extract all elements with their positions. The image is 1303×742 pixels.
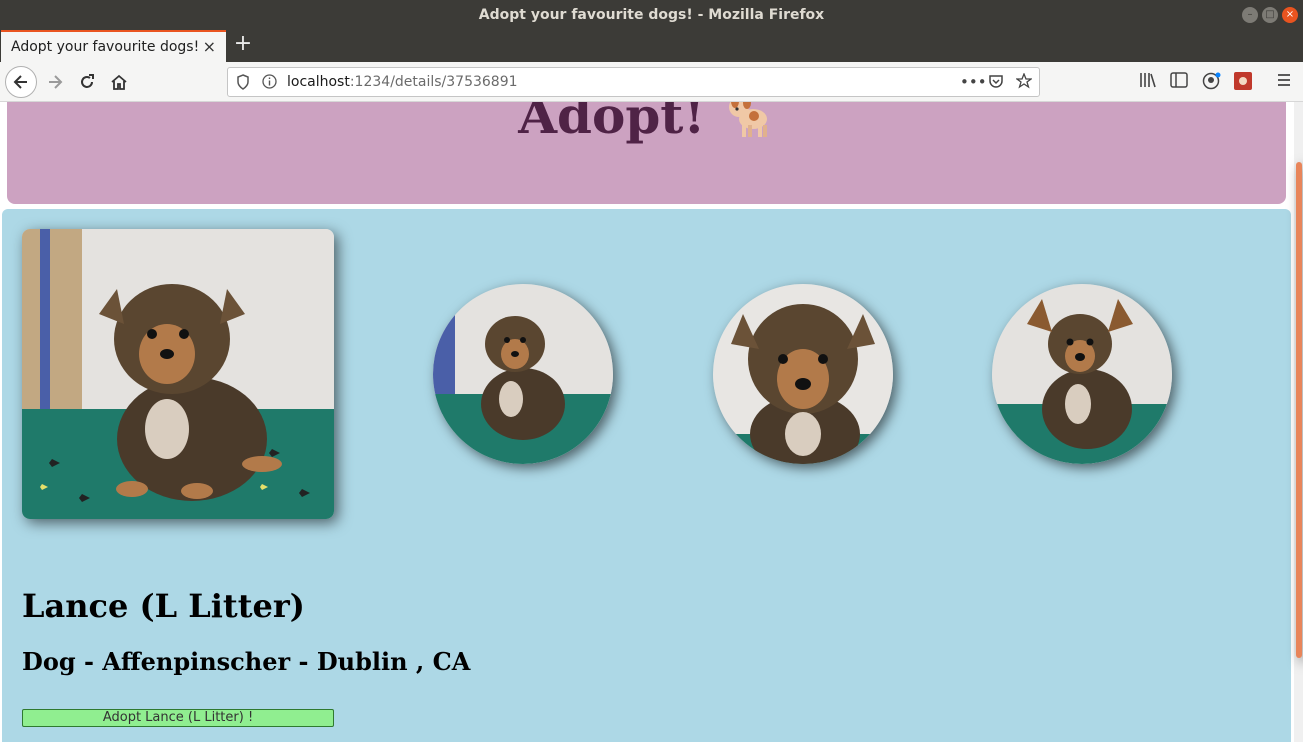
sidebar-icon[interactable] xyxy=(1170,72,1188,92)
home-button[interactable] xyxy=(103,66,135,98)
brand-link[interactable]: Adopt! xyxy=(7,102,1286,145)
adopt-button[interactable]: Adopt Lance (L Litter) ! xyxy=(22,709,334,727)
pet-subtitle: Dog - Affenpinscher - Dublin , CA xyxy=(22,647,471,676)
tab-close-button[interactable]: × xyxy=(203,37,216,56)
new-tab-button[interactable]: + xyxy=(232,33,254,55)
thumbnail-1[interactable] xyxy=(433,284,613,464)
page-viewport: Adopt! Lance (L Litter) Dog - Affenpinsc… xyxy=(0,102,1303,742)
maximize-button[interactable]: □ xyxy=(1262,7,1278,23)
reload-icon xyxy=(81,74,94,88)
extension-icon[interactable] xyxy=(1234,72,1252,94)
navigation-toolbar: localhost:1234/details/37536891 ••• xyxy=(0,62,1303,102)
back-button[interactable] xyxy=(5,66,37,98)
menu-icon[interactable] xyxy=(1276,72,1292,92)
url-text: localhost:1234/details/37536891 xyxy=(287,74,518,90)
tab-label: Adopt your favourite dogs! xyxy=(11,39,200,55)
reload-button[interactable] xyxy=(71,66,103,98)
page-scrollbar[interactable] xyxy=(1294,102,1303,742)
pocket-icon[interactable] xyxy=(988,73,1004,93)
close-window-button[interactable]: × xyxy=(1282,7,1298,23)
window-titlebar: Adopt your favourite dogs! - Mozilla Fir… xyxy=(0,0,1303,30)
url-host: localhost xyxy=(287,74,350,90)
more-icon[interactable]: ••• xyxy=(960,73,987,91)
back-icon xyxy=(13,75,27,89)
scrollbar-thumb[interactable] xyxy=(1296,162,1302,658)
details-panel: Lance (L Litter) Dog - Affenpinscher - D… xyxy=(2,209,1291,742)
library-icon[interactable] xyxy=(1139,72,1157,92)
forward-icon xyxy=(49,75,63,89)
brand-title[interactable]: Adopt! xyxy=(518,102,705,145)
minimize-button[interactable]: – xyxy=(1242,7,1258,23)
url-path: :1234/details/37536891 xyxy=(349,74,518,90)
shield-icon[interactable] xyxy=(236,74,250,94)
url-bar[interactable]: localhost:1234/details/37536891 ••• xyxy=(227,67,1040,97)
dog-emoji xyxy=(728,102,767,137)
thumbnail-2[interactable] xyxy=(713,284,893,464)
site-header: Adopt! xyxy=(7,102,1286,204)
thumbnail-3[interactable] xyxy=(992,284,1172,464)
account-icon[interactable] xyxy=(1202,72,1222,94)
hero-image xyxy=(22,229,334,519)
info-icon[interactable] xyxy=(262,74,277,93)
tab-strip: Adopt your favourite dogs! × + xyxy=(0,30,1303,62)
pet-name-heading: Lance (L Litter) xyxy=(22,587,305,625)
forward-button[interactable] xyxy=(39,66,71,98)
window-title: Adopt your favourite dogs! - Mozilla Fir… xyxy=(478,7,825,23)
tab-active[interactable]: Adopt your favourite dogs! × xyxy=(1,30,226,62)
star-icon[interactable] xyxy=(1015,72,1033,93)
home-icon xyxy=(111,74,127,90)
